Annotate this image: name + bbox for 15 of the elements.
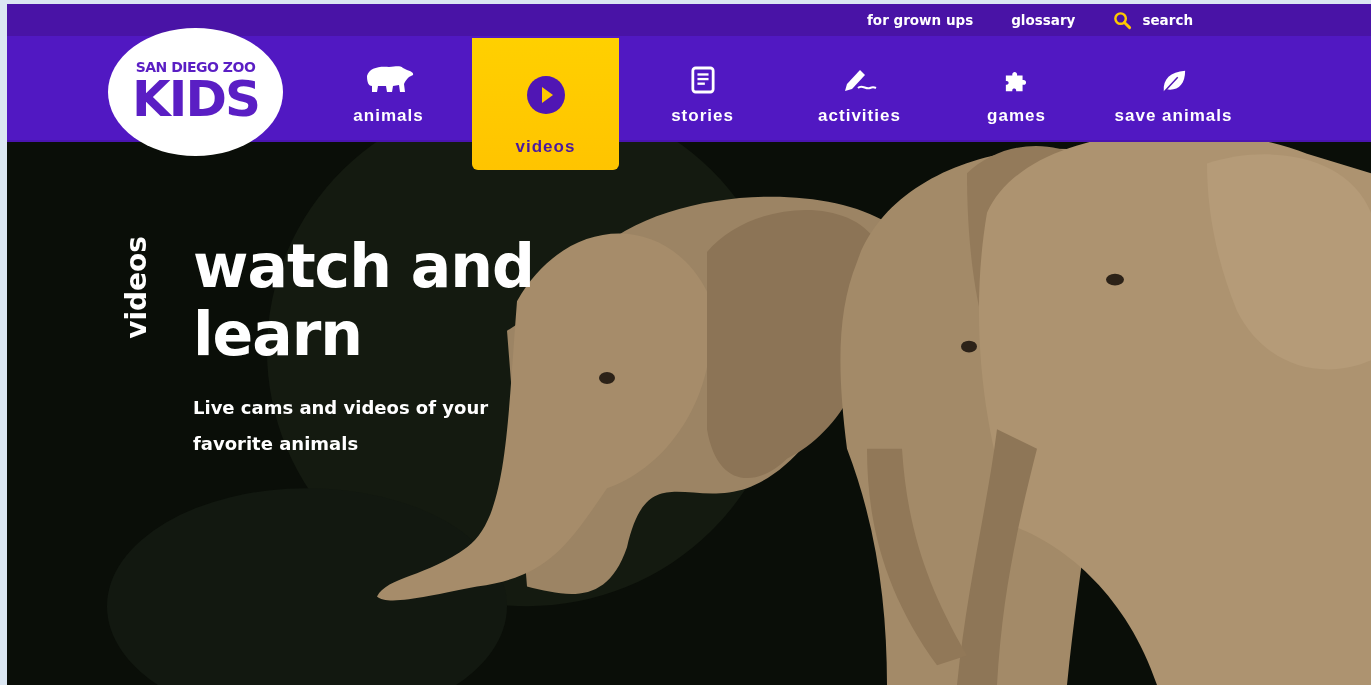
search-icon (1113, 10, 1133, 30)
hero-subtitle: Live cams and videos of your favorite animals (193, 396, 490, 456)
nav-tab[interactable]: videos (472, 38, 619, 170)
hero-title: watch and learn (193, 232, 535, 368)
nav-tab[interactable]: animals (310, 36, 467, 140)
section-label: videos (121, 235, 153, 339)
nav-tab[interactable]: stories (624, 36, 781, 140)
play-icon (525, 75, 566, 115)
utility-link[interactable]: for grown ups (867, 12, 974, 28)
nav-tab[interactable]: games (938, 36, 1095, 140)
document-icon (690, 66, 715, 94)
nav-tab[interactable]: activities (781, 36, 938, 140)
utility-link[interactable]: glossary (1011, 12, 1076, 28)
nav-tab[interactable]: save animals (1095, 36, 1252, 140)
search-link[interactable]: search (1113, 10, 1193, 30)
